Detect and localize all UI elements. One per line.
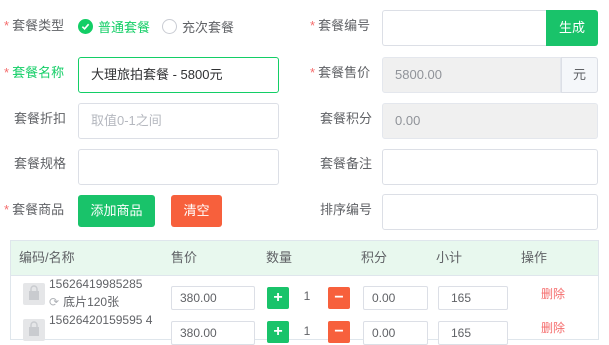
col-subtotal: 小计 — [436, 250, 463, 265]
package-remark-label: 套餐备注 — [320, 156, 373, 171]
package-name-input[interactable]: 大理旅拍套餐 - 5800元 — [78, 57, 279, 93]
radio-unchecked-icon — [162, 19, 177, 34]
package-discount-input[interactable]: 取值0-1之间 — [78, 103, 279, 139]
col-code-name: 编码/名称 — [19, 250, 75, 265]
col-qty: 数量 — [266, 250, 293, 265]
col-points: 积分 — [361, 250, 388, 265]
sort-number-label: 排序编号 — [320, 202, 373, 217]
package-price-input: 5800.00 — [382, 57, 561, 93]
table-header: 编码/名称 售价 数量 积分 小计 操作 — [11, 241, 598, 276]
package-points-label: 套餐积分 — [320, 111, 373, 126]
radio-normal-package[interactable]: 普通套餐 — [78, 17, 150, 36]
package-discount-label: 套餐折扣 — [14, 111, 67, 126]
package-remark-input[interactable] — [382, 149, 598, 185]
price-unit-addon: 元 — [561, 57, 598, 93]
col-price: 售价 — [171, 250, 198, 265]
radio-checked-icon — [78, 19, 93, 34]
package-code-input[interactable] — [382, 10, 546, 46]
qty-decrease-button[interactable]: − — [328, 321, 350, 343]
product-name: 底片120张 — [63, 295, 120, 309]
product-code: 15626419985285 — [49, 277, 143, 291]
generate-button[interactable]: 生成 — [546, 10, 598, 46]
goods-table: 编码/名称 售价 数量 积分 小计 操作 15626419985285 ⟳ 底片… — [10, 240, 599, 345]
package-code-label: * 套餐编号 — [310, 18, 371, 33]
row-points-input[interactable]: 0.00 — [363, 286, 428, 310]
package-goods-label: * 套餐商品 — [4, 202, 65, 217]
row-points-input[interactable]: 0.00 — [363, 321, 428, 345]
add-goods-button[interactable]: 添加商品 — [78, 195, 155, 227]
package-price-label: * 套餐售价 — [310, 65, 371, 80]
product-thumbnail — [23, 319, 45, 341]
package-type-label: * 套餐类型 — [4, 18, 65, 33]
refresh-icon: ⟳ — [49, 294, 60, 309]
package-spec-input[interactable] — [78, 149, 279, 185]
qty-decrease-button[interactable]: − — [328, 287, 350, 309]
row-price-input[interactable]: 380.00 — [171, 286, 255, 310]
package-name-label: * 套餐名称 — [4, 65, 65, 80]
delete-row-link[interactable]: 删除 — [541, 285, 565, 302]
row-subtotal-input[interactable]: 165 — [438, 286, 508, 310]
package-spec-label: 套餐规格 — [14, 156, 67, 171]
product-thumbnail — [23, 283, 45, 305]
qty-increase-button[interactable]: + — [267, 287, 289, 309]
package-points-input: 0.00 — [382, 103, 598, 139]
sort-number-input[interactable] — [382, 194, 598, 230]
radio-count-package[interactable]: 充次套餐 — [162, 17, 234, 36]
qty-value: 1 — [303, 324, 311, 338]
qty-increase-button[interactable]: + — [267, 321, 289, 343]
row-subtotal-input[interactable]: 165 — [438, 321, 508, 345]
row-price-input[interactable]: 380.00 — [171, 321, 255, 345]
product-code: 15626420159595 4 — [49, 313, 153, 327]
qty-value: 1 — [303, 289, 311, 303]
col-action: 操作 — [521, 250, 548, 265]
clear-button[interactable]: 清空 — [171, 195, 222, 227]
